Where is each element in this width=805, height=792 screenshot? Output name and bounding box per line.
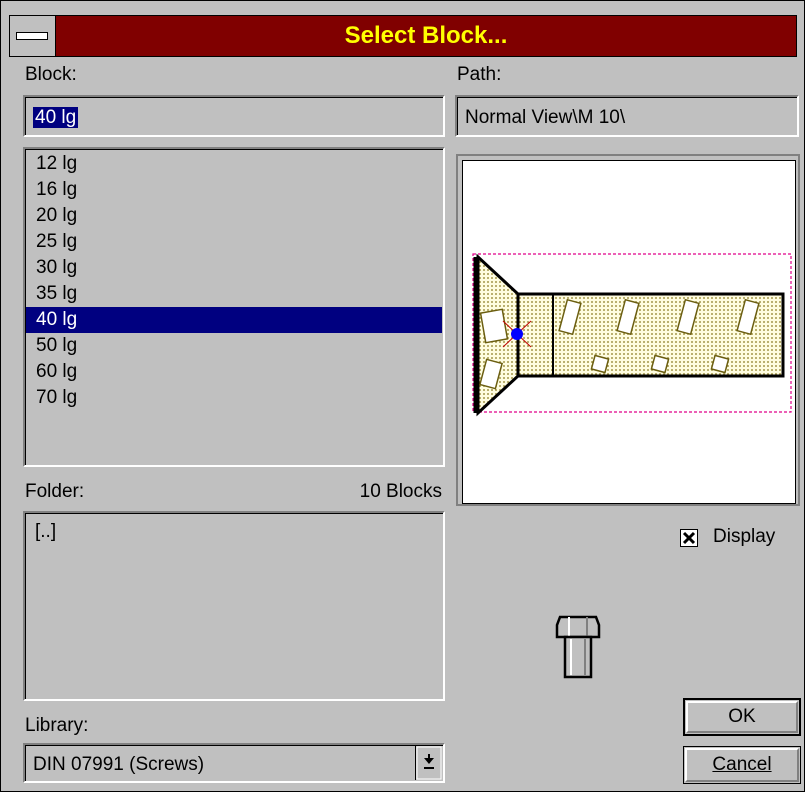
dialog-title: Select Block... <box>344 22 508 49</box>
block-input-value: 40 lg <box>33 107 79 128</box>
title-bar[interactable]: Select Block... <box>9 15 797 57</box>
check-x-icon <box>682 531 696 545</box>
countersunk-screw-drawing <box>472 253 792 417</box>
list-item[interactable]: 25 lg <box>26 229 442 255</box>
minus-icon <box>16 32 48 40</box>
path-value: Normal View\M 10\ <box>465 107 626 128</box>
list-item[interactable]: 20 lg <box>26 203 442 229</box>
list-item[interactable]: 40 lg <box>26 307 442 333</box>
list-item[interactable]: 35 lg <box>26 281 442 307</box>
folder-list[interactable]: [..] <box>23 511 445 701</box>
display-label: Display <box>713 526 776 547</box>
arrow-down-icon <box>416 746 442 780</box>
display-checkbox[interactable] <box>680 529 698 547</box>
block-label: Block: <box>25 64 77 85</box>
dropdown-button[interactable] <box>415 746 442 780</box>
list-item[interactable]: 16 lg <box>26 177 442 203</box>
library-label: Library: <box>25 715 89 736</box>
system-menu-button[interactable] <box>10 16 56 56</box>
cancel-button[interactable]: Cancel <box>683 746 801 784</box>
list-item[interactable]: 60 lg <box>26 359 442 385</box>
dialog-window: Select Block... Block: 40 lg Path: Norma… <box>0 0 805 792</box>
block-preview <box>456 154 800 506</box>
folder-label: Folder: <box>25 481 85 502</box>
library-dropdown[interactable]: DIN 07991 (Screws) <box>23 743 445 783</box>
list-item[interactable]: 70 lg <box>26 385 442 411</box>
ok-button[interactable]: OK <box>683 698 801 736</box>
list-item[interactable]: 30 lg <box>26 255 442 281</box>
list-item[interactable]: 12 lg <box>26 151 442 177</box>
cancel-button-label: Cancel <box>684 754 800 776</box>
path-label: Path: <box>457 64 502 85</box>
ok-button-label: OK <box>728 706 756 727</box>
path-field: Normal View\M 10\ <box>455 95 799 137</box>
library-value: DIN 07991 (Screws) <box>33 754 205 775</box>
preview-canvas <box>462 160 796 504</box>
block-input[interactable]: 40 lg <box>23 95 445 137</box>
bolt-icon <box>555 615 601 679</box>
list-item[interactable]: 50 lg <box>26 333 442 359</box>
block-list[interactable]: 12 lg 16 lg 20 lg 25 lg 30 lg 35 lg 40 lg 50 lg… <box>23 147 445 467</box>
block-list-items: 12 lg 16 lg 20 lg 25 lg 30 lg 35 lg 40 lg 50 lg… <box>26 151 442 411</box>
cancel-label-text: Cancel <box>712 754 772 775</box>
block-count: 10 Blocks <box>359 481 442 502</box>
folder-list-item[interactable]: [..] <box>35 521 56 543</box>
